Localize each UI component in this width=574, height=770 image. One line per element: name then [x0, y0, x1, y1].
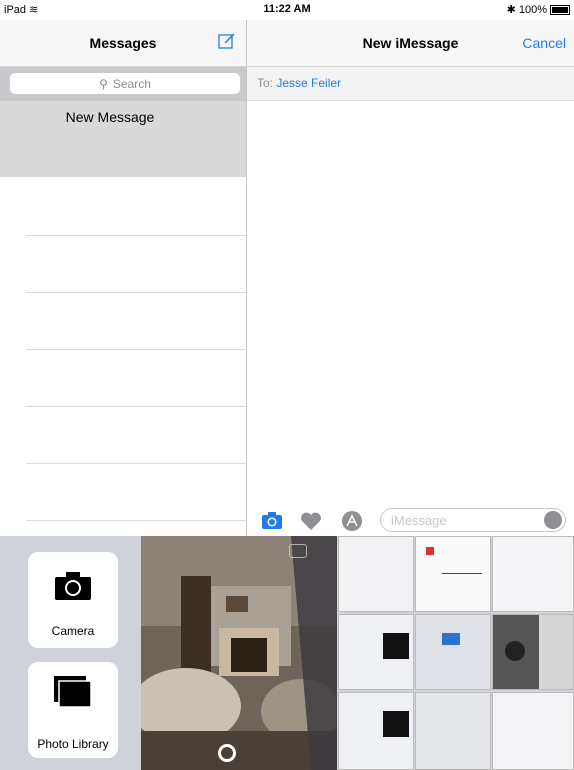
search-icon: ⚲	[99, 76, 108, 91]
list-separator	[26, 520, 246, 521]
recipient-name[interactable]: Jesse Feiler	[276, 76, 341, 90]
sidebar-title: Messages	[89, 35, 157, 51]
list-separator	[26, 235, 246, 236]
camera-tile-icon	[55, 572, 91, 600]
recent-photos	[338, 536, 574, 770]
photo-library-icon	[54, 676, 92, 708]
compose-icon[interactable]	[218, 32, 236, 50]
photo-tray: Camera Photo Library	[0, 536, 574, 770]
conversation-header: New iMessage Cancel	[247, 20, 574, 67]
battery-icon	[550, 4, 570, 15]
photo-thumbnail[interactable]	[492, 692, 574, 770]
to-field[interactable]: To: Jesse Feiler	[247, 67, 574, 101]
search-input[interactable]: ⚲ Search	[10, 73, 240, 94]
conversation-item-new-message[interactable]: New Message	[0, 101, 246, 177]
status-bar: iPad ≋ 11:22 AM ✱ 100%	[0, 0, 574, 20]
photo-thumbnail[interactable]	[338, 536, 414, 612]
photo-thumbnail[interactable]	[415, 536, 491, 612]
digital-touch-icon[interactable]	[300, 510, 322, 532]
photo-thumbnail[interactable]	[338, 692, 414, 770]
camera-label: Camera	[51, 624, 95, 638]
photo-thumbnail[interactable]	[415, 692, 491, 770]
photo-library-label: Photo Library	[37, 737, 109, 751]
camera-icon[interactable]	[261, 510, 283, 532]
status-right: ✱ 100%	[507, 3, 570, 16]
cancel-button[interactable]: Cancel	[522, 35, 566, 51]
conversation-list	[0, 177, 246, 537]
live-camera-preview[interactable]	[141, 536, 337, 770]
bluetooth-icon: ✱	[506, 4, 516, 16]
conversation-item-label: New Message	[65, 109, 155, 125]
shutter-button[interactable]	[218, 744, 236, 762]
battery-percent: 100%	[518, 3, 547, 16]
list-separator	[26, 349, 246, 350]
search-area: ⚲ Search	[0, 67, 246, 101]
photo-library-button[interactable]: Photo Library	[28, 662, 118, 758]
list-separator	[26, 292, 246, 293]
list-separator	[26, 463, 246, 464]
photo-thumbnail[interactable]	[415, 614, 491, 690]
messages-sidebar: Messages ⚲ Search New Message	[0, 20, 247, 537]
to-label: To:	[257, 76, 274, 90]
microphone-icon[interactable]	[544, 511, 562, 529]
search-placeholder: Search	[112, 76, 151, 91]
sidebar-header: Messages	[0, 20, 246, 67]
conversation-pane: New iMessage Cancel To: Jesse Feiler iMe…	[247, 20, 574, 536]
app-store-icon[interactable]	[341, 510, 363, 532]
status-time: 11:22 AM	[263, 3, 311, 15]
photo-thumbnail[interactable]	[492, 614, 574, 690]
switch-camera-icon[interactable]	[289, 544, 307, 558]
message-placeholder: iMessage	[391, 513, 447, 528]
camera-button[interactable]: Camera	[28, 552, 118, 648]
compose-bar: iMessage	[247, 504, 574, 536]
message-input[interactable]: iMessage	[380, 508, 566, 532]
room-photo	[141, 536, 337, 770]
photo-thumbnail[interactable]	[338, 614, 414, 690]
photo-thumbnail[interactable]	[492, 536, 574, 612]
list-separator	[26, 406, 246, 407]
